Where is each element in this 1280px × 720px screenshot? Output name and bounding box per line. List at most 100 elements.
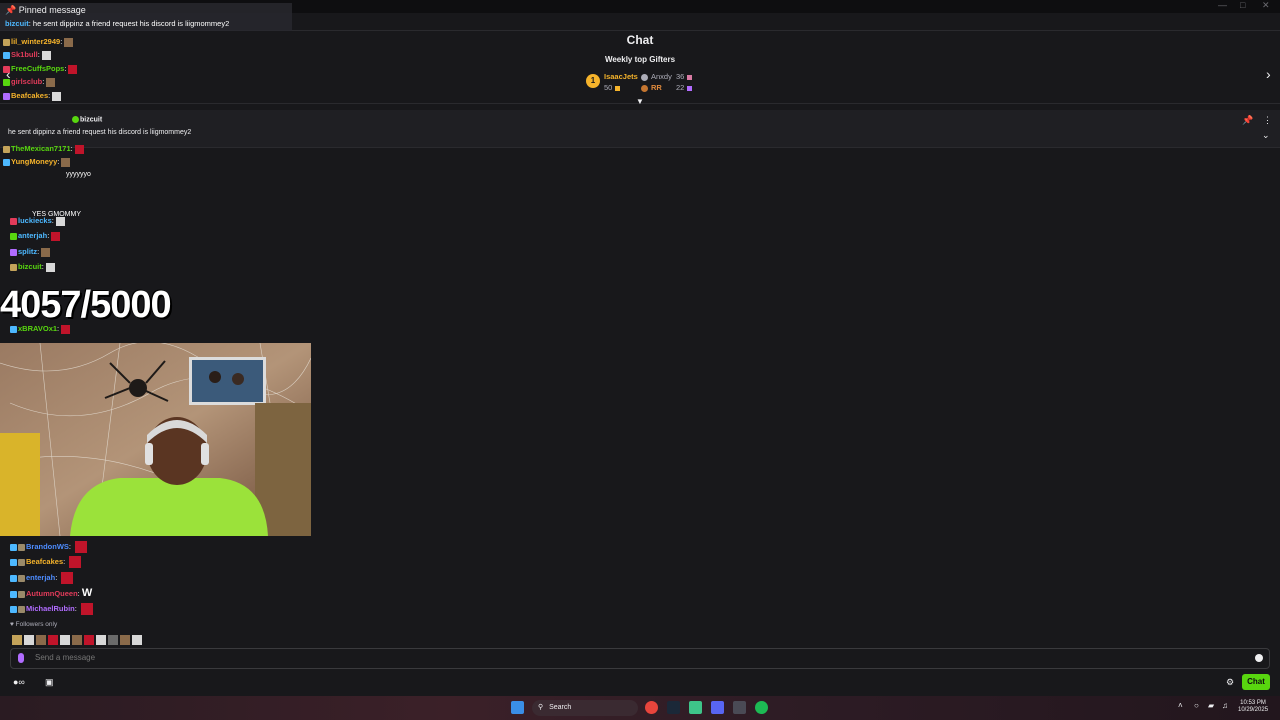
emote-image	[64, 37, 74, 47]
user-badge-icon	[3, 78, 10, 86]
tray-chevron-icon[interactable]: ˄	[1178, 701, 1183, 710]
chat-username[interactable]: BrandonWS	[26, 542, 69, 551]
chat-username[interactable]: MichaelRubin	[26, 604, 75, 613]
gifter-second-name[interactable]: Anxdy	[641, 72, 672, 81]
emote-icon[interactable]	[72, 634, 82, 645]
minimize-icon[interactable]: —	[1218, 0, 1227, 10]
emote-icon[interactable]	[84, 634, 94, 645]
user-badge-icon	[18, 574, 25, 582]
emoji-picker-icon[interactable]	[1255, 654, 1263, 662]
weekly-top-gifters: Weekly top Gifters 1 IsaacJets 50 Anxdy …	[0, 50, 1280, 104]
user-badge-icon	[18, 605, 25, 613]
maximize-icon[interactable]: □	[1240, 0, 1245, 10]
mic-icon[interactable]	[18, 653, 24, 663]
sub-goal-counter: 4057/5000	[0, 284, 172, 326]
gifter-third-name[interactable]: RR	[641, 83, 662, 92]
message-input-box[interactable]	[10, 648, 1270, 669]
bronze-rank-icon	[641, 84, 648, 92]
chat-line: BrandonWS:	[10, 541, 88, 553]
chat-line: AutumnQueen: W	[10, 587, 92, 599]
pinned-message-bar[interactable]: bizcuit he sent dippinz a friend request…	[0, 110, 1280, 148]
user-badge-icon	[3, 92, 10, 100]
windows-taskbar: ˄ ○ ▰ ♫	[0, 696, 1280, 720]
chat-username[interactable]: Sk1bull	[11, 50, 38, 59]
network-icon[interactable]: ○	[1194, 701, 1199, 710]
app-icon-2[interactable]	[733, 701, 746, 714]
chat-line: Beafcakes:	[10, 556, 82, 568]
volume-icon[interactable]: ♫	[1222, 701, 1228, 710]
overlay-chat-line: splitz:	[10, 247, 51, 257]
chat-separator: :	[47, 231, 50, 240]
clock-date: 10/29/2025	[1238, 707, 1269, 713]
user-badge-icon	[10, 590, 17, 598]
emote-row[interactable]	[10, 631, 150, 645]
steam-icon[interactable]	[667, 701, 680, 714]
more-options-icon[interactable]: ⋮	[1263, 115, 1272, 126]
chat-username[interactable]: Beafcakes	[11, 91, 48, 100]
overlay-chat-line: FreeCuffsPops:	[3, 64, 78, 74]
overlay-chat-line: girlsclub:	[3, 77, 56, 87]
pinned-overlay-title: 📌 Pinned message	[5, 5, 86, 15]
chat-separator: :	[48, 91, 51, 100]
emote-icon[interactable]	[108, 634, 118, 645]
emote-image	[68, 64, 78, 74]
taskbar-clock[interactable]: 10:53 PM 10/29/2025	[1238, 700, 1268, 714]
emote-icon[interactable]	[48, 634, 58, 645]
chevron-right-icon[interactable]: ›	[1266, 66, 1271, 82]
wifi-icon[interactable]: ▰	[1208, 701, 1214, 710]
user-badge-icon	[3, 158, 10, 166]
chat-username[interactable]: Beafcakes	[26, 557, 63, 566]
emote-icon[interactable]	[12, 634, 22, 645]
chat-username[interactable]: girlsclub	[11, 77, 42, 86]
chat-separator: :	[57, 157, 60, 166]
overlay-message-yo: yyyyyyo	[66, 171, 91, 178]
webcam-feed	[0, 343, 311, 536]
pinned-overlay-author: bizcuit	[5, 19, 29, 28]
user-badge-icon	[10, 605, 17, 613]
chat-username[interactable]: YungMoneyy	[11, 157, 57, 166]
chat-username[interactable]: bizcuit	[18, 262, 42, 271]
emote-icon[interactable]	[60, 634, 70, 645]
chat-separator: :	[68, 541, 74, 551]
chat-line: enterjah:	[10, 572, 74, 584]
emote-icon[interactable]	[24, 634, 34, 645]
chat-separator: :	[42, 77, 45, 86]
spotify-icon[interactable]	[755, 701, 768, 714]
emote-icon[interactable]	[132, 634, 142, 645]
pin-icon[interactable]: 📌	[1242, 115, 1253, 126]
emote-icon[interactable]	[96, 634, 106, 645]
chat-username[interactable]: splitz	[18, 247, 37, 256]
settings-gear-icon[interactable]: ⚙	[1226, 677, 1234, 688]
taskbar-search[interactable]: ⚲ Search	[532, 700, 638, 716]
chat-username[interactable]: TheMexican7171	[11, 144, 71, 153]
discord-icon[interactable]	[711, 701, 724, 714]
followers-only-notice: ♥ Followers only	[10, 621, 58, 628]
send-message-input[interactable]	[35, 653, 1235, 662]
emote-icon[interactable]	[36, 634, 46, 645]
chat-username[interactable]: AutumnQueen	[26, 589, 78, 598]
gift-box-icon[interactable]: ▣	[45, 677, 54, 688]
chat-separator: :	[64, 64, 67, 73]
points-icon[interactable]: ●∞	[13, 677, 25, 687]
emote-image	[41, 50, 51, 60]
gifter-first-name[interactable]: IsaacJets	[604, 72, 638, 81]
windows-start-icon[interactable]	[511, 701, 524, 714]
chat-send-button[interactable]: Chat	[1242, 674, 1270, 690]
gift-icon	[687, 74, 693, 80]
emote-image	[80, 603, 93, 615]
chat-separator: :	[74, 603, 79, 613]
chevron-down-icon[interactable]: ⌄	[1262, 130, 1270, 141]
pinned-author: bizcuit	[72, 116, 102, 123]
chat-username[interactable]: anterjah	[18, 231, 47, 240]
app-icon[interactable]	[689, 701, 702, 714]
close-icon[interactable]: ✕	[1262, 0, 1270, 11]
verified-badge-icon	[72, 116, 79, 123]
chat-username[interactable]: FreeCuffsPops	[11, 64, 64, 73]
chat-separator: :	[37, 50, 40, 59]
overlay-chat-line: YungMoneyy:	[3, 157, 71, 167]
collapse-icon[interactable]: ▼	[636, 97, 644, 106]
chat-username[interactable]: lil_winter2949	[11, 37, 60, 46]
chat-username[interactable]: enterjah	[26, 573, 55, 582]
emote-icon[interactable]	[120, 634, 130, 645]
chrome-icon[interactable]	[645, 701, 658, 714]
